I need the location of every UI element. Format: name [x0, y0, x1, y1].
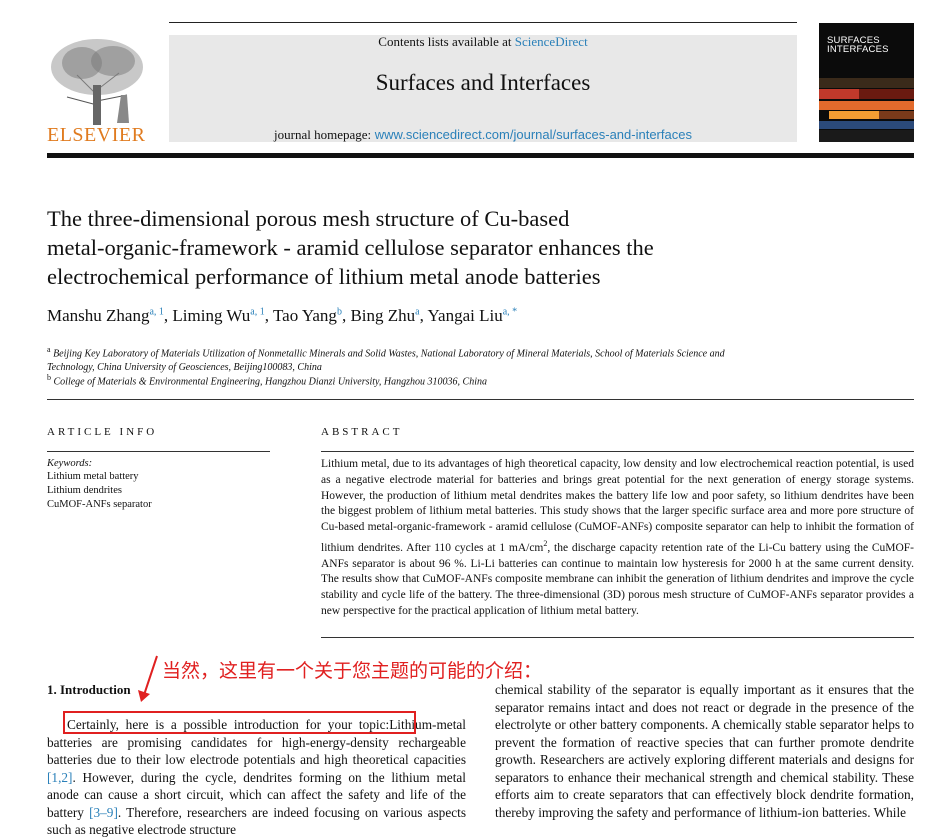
keyword-item[interactable]: Lithium metal battery [47, 471, 139, 482]
header-top-rule [169, 22, 797, 23]
author-name[interactable]: Tao Yang [273, 306, 337, 325]
abstract-heading: ABSTRACT [321, 426, 403, 438]
cover-line-2: INTERFACES [827, 44, 889, 55]
keywords-label: Keywords: [47, 458, 93, 469]
keyword-item[interactable]: CuMOF-ANFs separator [47, 499, 152, 510]
affiliation-mark: a [47, 345, 51, 354]
journal-cover-image: SURFACES INTERFACES [819, 23, 914, 142]
header-divider [47, 153, 914, 158]
author-name[interactable]: Bing Zhu [350, 306, 415, 325]
chinese-annotation: 当然，这里有一个关于您主题的可能的介绍： [162, 660, 543, 682]
abstract-bottom-rule [321, 637, 914, 638]
affiliation-text: Beijing Key Laboratory of Materials Util… [53, 348, 725, 360]
title-line-1: The three-dimensional porous mesh struct… [47, 206, 570, 231]
info-top-rule [47, 399, 914, 400]
title-line-3: electrochemical performance of lithium m… [47, 264, 601, 289]
citation-link[interactable]: [1,2] [47, 770, 72, 785]
affiliation-mark: b [47, 373, 51, 382]
journal-homepage: journal homepage: www.sciencedirect.com/… [169, 127, 797, 143]
sciencedirect-link[interactable]: ScienceDirect [515, 34, 588, 49]
author-affil-mark[interactable]: a, * [503, 306, 517, 317]
section-heading-introduction: 1. Introduction [47, 682, 131, 697]
author-affil-mark[interactable]: a [415, 306, 419, 317]
article-info-rule [47, 451, 270, 452]
abstract-text: Lithium metal, due to its advantages of … [321, 457, 914, 620]
article-title: The three-dimensional porous mesh struct… [47, 204, 807, 291]
contents-prefix: Contents lists available at [378, 34, 512, 49]
homepage-label: journal homepage: [274, 127, 372, 142]
author-name[interactable]: Yangai Liu [427, 306, 502, 325]
author-affil-mark[interactable]: b [337, 306, 342, 317]
contents-line: Contents lists available at ScienceDirec… [169, 34, 797, 50]
author-affil-mark[interactable]: a, 1 [250, 306, 264, 317]
keyword-item[interactable]: Lithium dendrites [47, 485, 122, 496]
article-info-heading: ARTICLE INFO [47, 426, 158, 438]
affiliation-text: College of Materials & Environmental Eng… [53, 376, 488, 388]
annotation-arrow-icon [135, 654, 165, 704]
abstract-part: Lithium metal, due to its advantages of … [321, 458, 914, 554]
citation-link[interactable]: [3–9] [89, 805, 118, 820]
homepage-link[interactable]: www.sciencedirect.com/journal/surfaces-a… [375, 127, 692, 142]
abstract-rule [321, 451, 914, 452]
author-affil-mark[interactable]: a, 1 [149, 306, 163, 317]
body-right-column: chemical stability of the separator is e… [495, 682, 914, 820]
author-list: Manshu Zhanga, 1, Liming Wua, 1, Tao Yan… [47, 306, 518, 325]
author-name[interactable]: Manshu Zhang [47, 306, 149, 325]
cover-title: SURFACES INTERFACES [827, 36, 889, 55]
highlight-box [63, 711, 416, 734]
body-left-column: Certainly, here is a possible introducti… [47, 716, 466, 839]
author-name[interactable]: Liming Wu [172, 306, 250, 325]
elsevier-wordmark: ELSEVIER [47, 124, 146, 146]
journal-title: Surfaces and Interfaces [375, 70, 591, 95]
title-line-2: metal-organic-framework - aramid cellulo… [47, 235, 654, 260]
affiliation-b: b College of Materials & Environmental E… [47, 371, 807, 389]
